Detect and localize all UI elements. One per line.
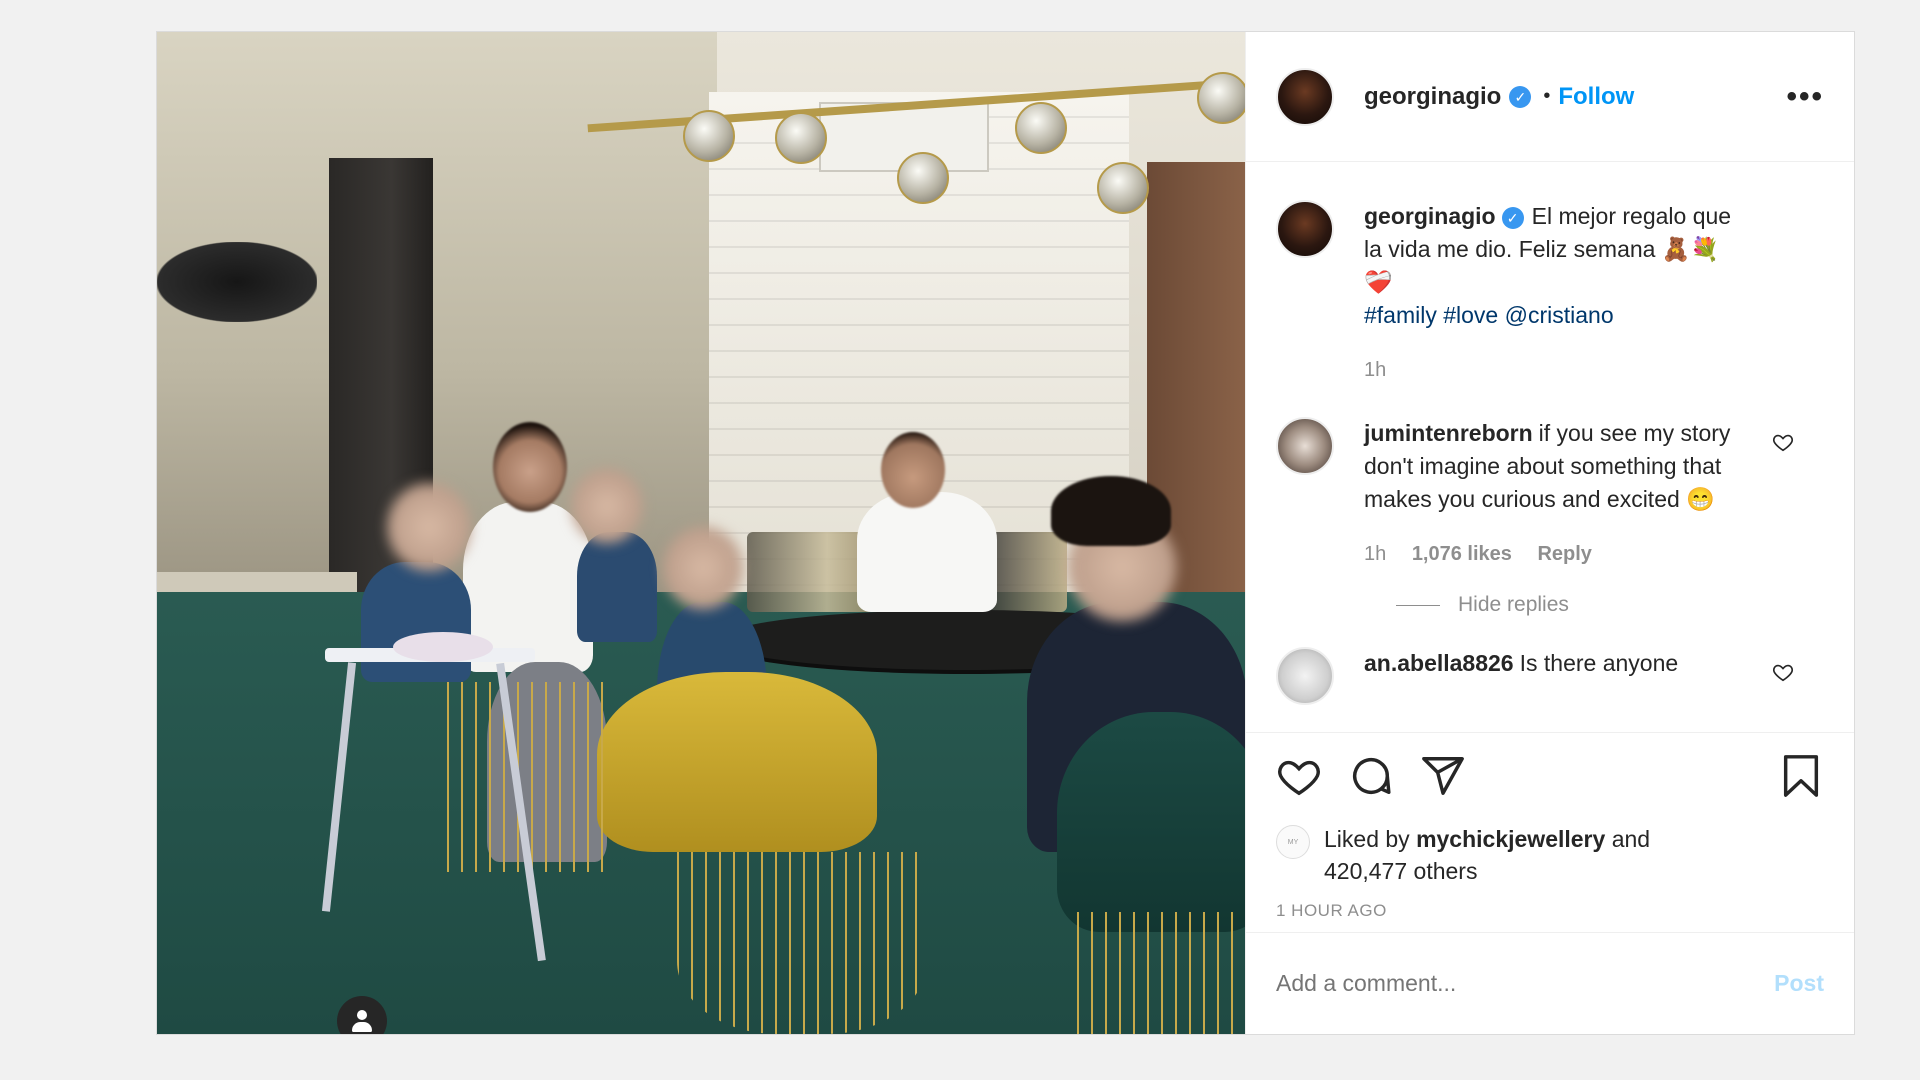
post-time[interactable]: 1 HOUR AGO [1276, 901, 1824, 921]
woman-head [493, 422, 567, 512]
comment-body: jumintenreborn if you see my story don't … [1364, 417, 1744, 571]
liked-by-avatar[interactable]: MY [1276, 825, 1310, 859]
comments-section[interactable]: georginagio ✓ El mejor regalo que la vida … [1246, 162, 1854, 732]
blurred-face [663, 526, 743, 610]
caption-tags[interactable]: #family #love @cristiano [1364, 299, 1744, 332]
comment-input[interactable] [1276, 970, 1775, 997]
child-1 [361, 562, 471, 682]
photo-scene [157, 32, 1245, 1034]
comment-username[interactable]: jumintenreborn [1364, 420, 1533, 446]
liked-by-text: Liked by mychickjewellery and 420,477 ot… [1324, 823, 1650, 887]
separator-dot: • [1543, 85, 1551, 107]
comment-item: an.abella8826 Is there anyone [1276, 647, 1824, 705]
user-tag-icon [352, 1010, 372, 1032]
avatar[interactable] [1276, 647, 1334, 705]
verified-icon: ✓ [1501, 206, 1524, 229]
post-side-panel: georginagio ✓ • Follow ••• georginagio ✓ E… [1245, 32, 1854, 1034]
gold-wire-base [677, 852, 927, 1034]
comment-body: an.abella8826 Is there anyone [1364, 647, 1744, 705]
heart-icon[interactable] [1276, 753, 1322, 799]
post-button[interactable]: Post [1774, 970, 1824, 997]
post-actions: MY Liked by mychickjewellery and 420,477… [1246, 732, 1854, 932]
hide-replies-label: Hide replies [1458, 593, 1569, 616]
yellow-chair [597, 672, 877, 852]
green-chair [1057, 712, 1245, 932]
avatar[interactable] [1276, 417, 1334, 475]
comment-likes[interactable]: 1,076 likes [1412, 543, 1512, 565]
follow-button[interactable]: Follow [1558, 83, 1634, 111]
child-2 [577, 532, 657, 642]
blurred-face [387, 482, 471, 572]
chandelier-bulb [775, 112, 827, 164]
chandelier-bulb [1015, 102, 1067, 154]
chandelier-bulb [1097, 162, 1149, 214]
more-icon[interactable]: ••• [1786, 80, 1824, 114]
liked-by: MY Liked by mychickjewellery and 420,477… [1276, 823, 1824, 887]
bowl [393, 632, 493, 662]
liked-by-prefix: Liked by [1324, 826, 1410, 852]
chandelier-bulb [1197, 72, 1245, 124]
add-comment-bar: Post [1246, 932, 1854, 1034]
reply-button[interactable]: Reply [1537, 543, 1591, 565]
caption-body: georginagio ✓ El mejor regalo que la vida … [1364, 200, 1744, 387]
liked-by-joiner: and [1611, 826, 1651, 852]
chandelier-bulb [897, 152, 949, 204]
comment-username[interactable]: an.abella8826 [1364, 650, 1514, 676]
bookmark-icon[interactable] [1778, 753, 1824, 799]
header-username[interactable]: georginagio [1364, 83, 1501, 111]
action-icons [1276, 751, 1824, 801]
like-comment-heart-icon[interactable] [1772, 661, 1794, 683]
verified-icon: ✓ [1509, 85, 1532, 108]
caption-meta: 1h [1364, 354, 1744, 387]
man-head [881, 432, 945, 508]
comment-time: 1h [1364, 543, 1387, 565]
chandelier-bulb [683, 110, 735, 162]
caption-time: 1h [1364, 359, 1387, 381]
hide-replies-button[interactable]: Hide replies [1396, 593, 1824, 617]
blurred-face [571, 468, 643, 544]
black-chandelier [157, 242, 317, 322]
avatar[interactable] [1276, 200, 1334, 258]
comment-item: jumintenreborn if you see my story don't … [1276, 417, 1824, 571]
instagram-post: georginagio ✓ • Follow ••• georginagio ✓ E… [156, 31, 1855, 1035]
like-comment-heart-icon[interactable] [1772, 431, 1794, 453]
caption: georginagio ✓ El mejor regalo que la vida … [1276, 200, 1824, 387]
comment-text: Is there anyone [1519, 650, 1679, 676]
liked-by-others[interactable]: 420,477 others [1324, 858, 1477, 884]
share-icon[interactable] [1420, 753, 1466, 799]
person-man [857, 492, 997, 612]
avatar[interactable] [1276, 67, 1334, 126]
comment-meta: 1h 1,076 likes Reply [1364, 538, 1744, 571]
post-header: georginagio ✓ • Follow ••• [1246, 32, 1854, 162]
comment-icon[interactable] [1348, 753, 1394, 799]
caption-username[interactable]: georginagio [1364, 203, 1496, 229]
post-photo[interactable] [157, 32, 1245, 1034]
divider-line [1396, 604, 1440, 606]
liked-by-user[interactable]: mychickjewellery [1416, 826, 1605, 852]
child-hair [1051, 476, 1171, 546]
gold-wire-base [1077, 912, 1245, 1034]
